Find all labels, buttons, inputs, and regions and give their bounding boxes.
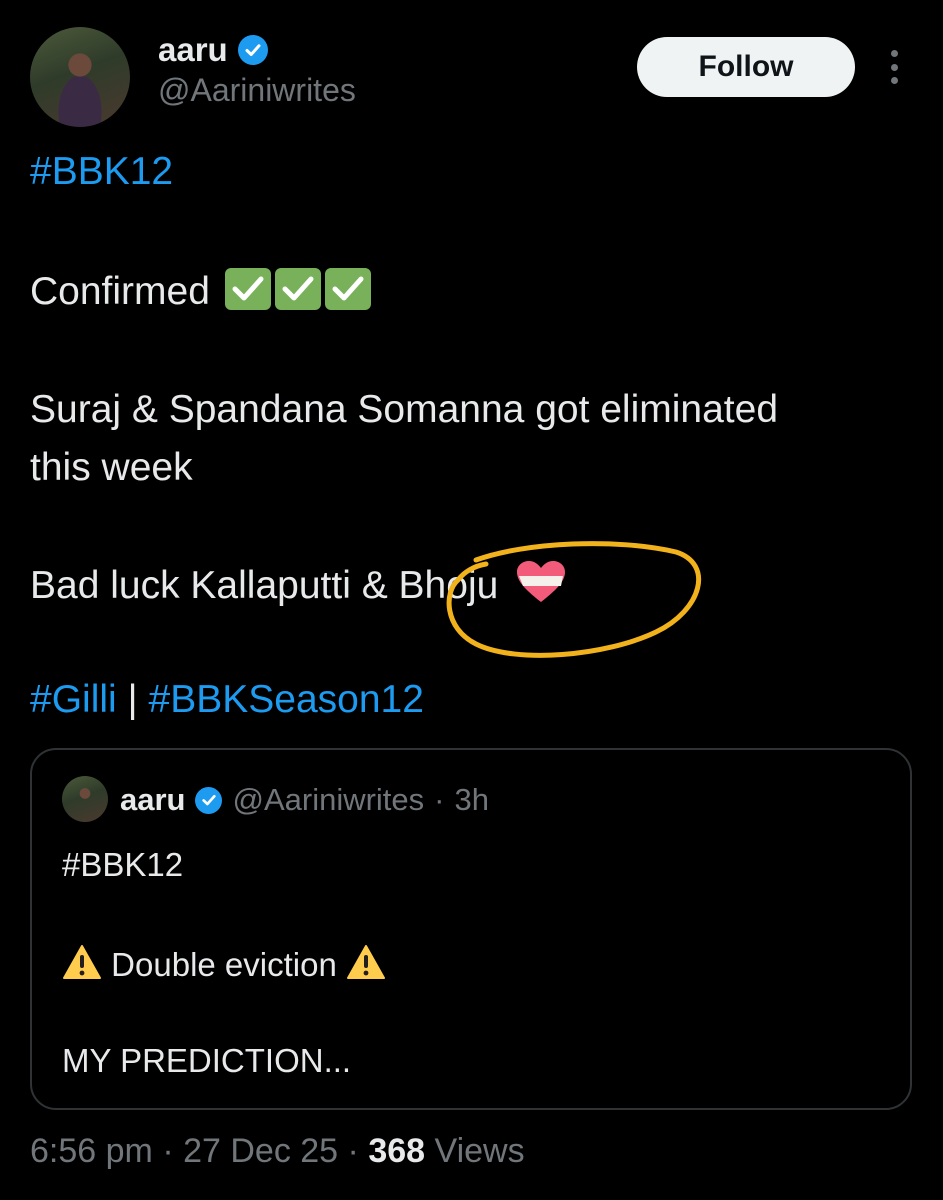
- tweet-date[interactable]: 27 Dec 25: [183, 1132, 338, 1170]
- hashtag-line: #Gilli | #BBKSeason12: [30, 678, 424, 722]
- check-mark-icon: [274, 268, 321, 310]
- hashtag-gilli[interactable]: #Gilli: [30, 678, 117, 721]
- hashtag-bbkseason12[interactable]: #BBKSeason12: [149, 678, 424, 721]
- eliminated-line-2: this week: [30, 446, 193, 489]
- quoted-eviction-text: Double eviction: [111, 946, 337, 983]
- verified-badge-icon: [237, 35, 268, 65]
- views-count: 368: [368, 1132, 426, 1170]
- views-label: Views: [434, 1132, 525, 1170]
- verified-badge-icon: [195, 786, 223, 814]
- author-name-row: aaru: [158, 28, 268, 72]
- meta-dot: ·: [162, 1132, 174, 1170]
- more-options-icon[interactable]: [884, 50, 904, 84]
- confirmed-text: Confirmed: [30, 270, 210, 313]
- quoted-time: 3h: [454, 782, 489, 817]
- annotation-circle: [446, 541, 702, 658]
- quoted-eviction-line: Double eviction: [62, 944, 386, 988]
- warning-icon: [62, 944, 102, 988]
- hashtag-separator: |: [127, 678, 138, 721]
- eliminated-line-1: Suraj & Spandana Somanna got eliminated: [30, 388, 779, 431]
- tweet-time[interactable]: 6:56 pm: [30, 1132, 153, 1170]
- tweet-meta: 6:56 pm · 27 Dec 25 · 368 Views: [30, 1132, 525, 1171]
- quoted-prediction: MY PREDICTION...: [62, 1042, 352, 1079]
- meta-dot: ·: [347, 1132, 359, 1170]
- quoted-header: aaru @Aariniwrites · 3h: [120, 778, 489, 822]
- quoted-hashtag: #BBK12: [62, 846, 184, 883]
- follow-button[interactable]: Follow: [637, 37, 855, 97]
- author-avatar[interactable]: [30, 27, 130, 127]
- quoted-author-name: aaru: [120, 782, 186, 817]
- bad-luck-prefix: Bad luck Kallaputti &: [30, 564, 388, 607]
- warning-icon: [346, 944, 386, 988]
- quoted-author-avatar: [62, 776, 108, 822]
- check-mark-icon: [324, 268, 371, 310]
- check-mark-icon: [224, 268, 271, 310]
- quoted-author-handle: @Aariniwrites: [232, 782, 425, 817]
- author-handle[interactable]: @Aariniwrites: [158, 72, 356, 109]
- confirmed-line: Confirmed: [30, 264, 371, 320]
- quoted-dot: ·: [434, 782, 445, 817]
- author-name[interactable]: aaru: [158, 31, 228, 69]
- hashtag-bbk12[interactable]: #BBK12: [30, 150, 173, 194]
